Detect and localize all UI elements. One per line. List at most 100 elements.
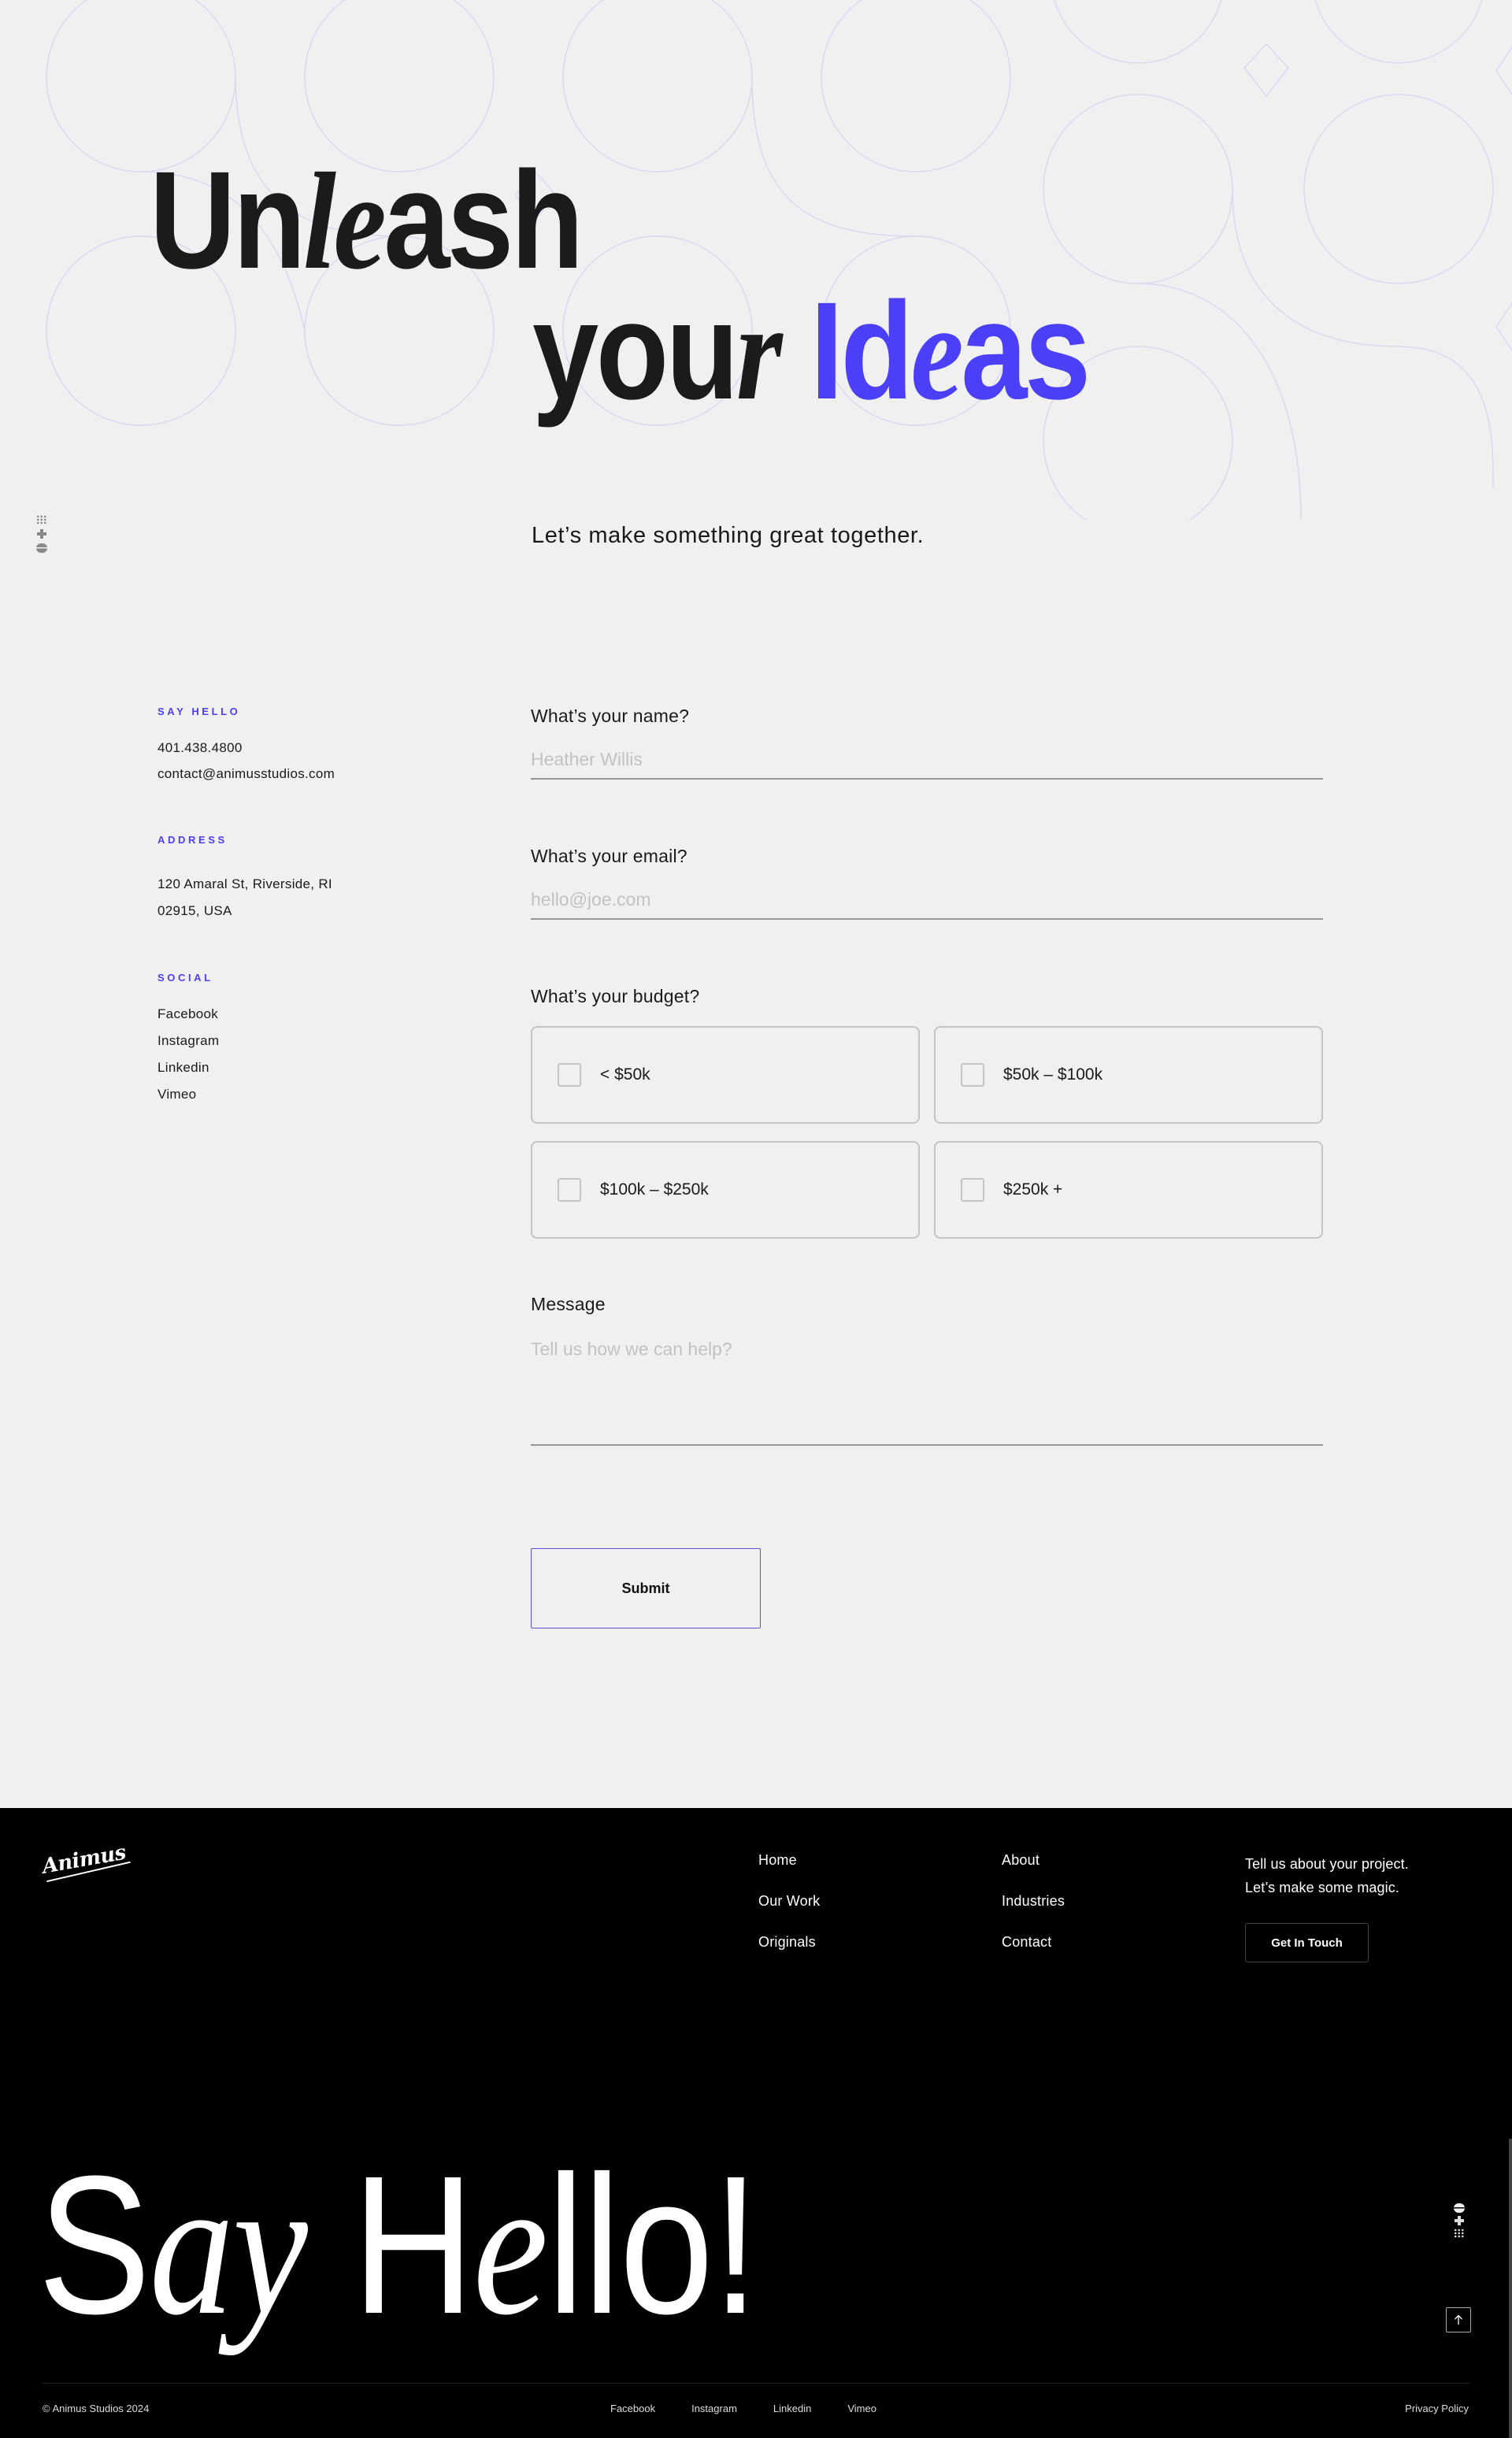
message-label: Message [531, 1294, 606, 1314]
animus-logo[interactable]: Animus [40, 1841, 128, 1879]
footer-social-links: Facebook Instagram Linkedin Vimeo [610, 2403, 876, 2414]
hero-title-text: Un [150, 143, 306, 298]
footer-link-contact[interactable]: Contact [1002, 1934, 1065, 1951]
footer-bottom-bar: © Animus Studios 2024 Facebook Instagram… [0, 2403, 1512, 2421]
bottom-link-vimeo[interactable]: Vimeo [847, 2403, 876, 2414]
name-label: What’s your name? [531, 706, 690, 726]
pattern-circle [1054, 0, 1222, 64]
plus-icon [36, 529, 47, 539]
scroll-to-top-button[interactable] [1446, 2307, 1471, 2332]
say-hello-text: H [306, 2135, 474, 2355]
hero-title-accent: e [910, 276, 963, 429]
pattern-diamond [1243, 43, 1289, 98]
pattern-circle [562, 0, 753, 172]
cta-line1: Tell us about your project. [1245, 1856, 1409, 1872]
social-link-vimeo[interactable]: Vimeo [158, 1081, 410, 1108]
pattern-circle [1043, 94, 1233, 284]
contact-info: SAY HELLO 401.438.4800 contact@animusstu… [158, 706, 410, 1155]
social-label: SOCIAL [158, 972, 213, 984]
address-label: ADDRESS [158, 834, 228, 846]
grid-icon [36, 515, 47, 524]
budget-field-group: What’s your budget? < $50k $50k – $100k … [531, 986, 1323, 1239]
privacy-policy-link[interactable]: Privacy Policy [1405, 2403, 1469, 2414]
say-hello-text: e [472, 2138, 548, 2356]
hero-tagline: Let’s make something great together. [532, 523, 925, 548]
hero-title-accent: Id [810, 274, 914, 428]
copyright-text: © Animus Studios 2024 [43, 2403, 150, 2414]
email-label: What’s your email? [531, 846, 687, 866]
pattern-circle [821, 0, 1011, 172]
stack-icon [36, 543, 47, 553]
checkbox[interactable] [558, 1063, 581, 1087]
footer-nav-col1: Home Our Work Originals [758, 1852, 820, 1975]
footer-divider [43, 2383, 1469, 2384]
say-hello-text: S [38, 2135, 150, 2355]
social-link-instagram[interactable]: Instagram [158, 1028, 410, 1054]
side-widget[interactable] [35, 515, 49, 553]
budget-option-250k-plus[interactable]: $250k + [934, 1141, 1323, 1239]
social-group: SOCIAL Facebook Instagram Linkedin Vimeo [158, 972, 410, 1108]
name-field-group: What’s your name? [531, 706, 1323, 803]
hero-title-text: r [736, 276, 783, 429]
footer-link-originals[interactable]: Originals [758, 1934, 820, 1951]
pattern-connector [1137, 283, 1302, 520]
say-hello-text: ay [149, 2138, 308, 2356]
budget-options: < $50k $50k – $100k $100k – $250k $250k … [531, 1026, 1323, 1239]
pattern-circle [1314, 0, 1483, 64]
budget-option-label: $100k – $250k [600, 1180, 709, 1199]
bottom-link-instagram[interactable]: Instagram [691, 2403, 737, 2414]
page-scrollbar[interactable] [1509, 2139, 1512, 2438]
budget-option-label: $250k + [1003, 1180, 1063, 1199]
say-hello-group: SAY HELLO 401.438.4800 contact@animusstu… [158, 706, 410, 787]
budget-option-label: $50k – $100k [1003, 1065, 1103, 1084]
social-link-linkedin[interactable]: Linkedin [158, 1054, 410, 1081]
side-widget-dark[interactable] [1452, 2203, 1466, 2238]
hero-title-line2: your Ideas [532, 282, 1091, 422]
footer-nav-col2: About Industries Contact [1002, 1852, 1065, 1975]
plus-icon [1454, 2216, 1465, 2225]
pattern-connector [751, 76, 917, 237]
hero-title-text: l [302, 145, 336, 298]
budget-option-50k-100k[interactable]: $50k – $100k [934, 1026, 1323, 1124]
footer-link-our-work[interactable]: Our Work [758, 1893, 820, 1910]
footer-link-home[interactable]: Home [758, 1852, 820, 1869]
contact-form: What’s your name? What’s your email? Wha… [531, 706, 1323, 1628]
arrow-up-icon [1455, 2314, 1462, 2325]
hero-title-text: you [532, 274, 739, 428]
checkbox[interactable] [558, 1178, 581, 1202]
email-input[interactable] [531, 889, 1323, 920]
address-group: ADDRESS 120 Amaral St, Riverside, RI 029… [158, 834, 410, 924]
hero-title-accent: as [961, 274, 1091, 428]
pattern-connector [1232, 188, 1494, 489]
say-hello-text: llo! [547, 2135, 759, 2355]
bottom-link-linkedin[interactable]: Linkedin [773, 2403, 811, 2414]
budget-label: What’s your budget? [531, 986, 700, 1006]
grid-icon [1454, 2229, 1465, 2238]
bottom-link-facebook[interactable]: Facebook [610, 2403, 655, 2414]
message-field-group: Message [531, 1294, 1323, 1446]
get-in-touch-button[interactable]: Get In Touch [1245, 1923, 1369, 1962]
address-line2: 02915, USA [158, 903, 232, 918]
budget-option-100k-250k[interactable]: $100k – $250k [531, 1141, 920, 1239]
message-textarea[interactable] [531, 1339, 1323, 1446]
submit-button[interactable]: Submit [531, 1548, 761, 1628]
checkbox[interactable] [961, 1063, 984, 1087]
phone-link[interactable]: 401.438.4800 [158, 735, 410, 761]
budget-option-label: < $50k [600, 1065, 650, 1084]
email-link[interactable]: contact@animusstudios.com [158, 761, 410, 787]
email-field-group: What’s your email? [531, 846, 1323, 943]
address-line1: 120 Amaral St, Riverside, RI [158, 876, 332, 891]
budget-option-under-50k[interactable]: < $50k [531, 1026, 920, 1124]
pattern-diamond [1495, 302, 1512, 351]
say-hello-heading: Say Hello! [38, 2147, 759, 2346]
name-input[interactable] [531, 749, 1323, 780]
footer-cta: Tell us about your project. Let’s make s… [1245, 1852, 1481, 1962]
pattern-circle [1303, 94, 1494, 284]
checkbox[interactable] [961, 1178, 984, 1202]
pattern-diamond [1495, 46, 1512, 95]
social-link-facebook[interactable]: Facebook [158, 1001, 410, 1028]
footer-link-about[interactable]: About [1002, 1852, 1065, 1869]
footer-link-industries[interactable]: Industries [1002, 1893, 1065, 1910]
contact-hero-section: Unleash your Ideas Let’s make something … [0, 0, 1512, 1808]
hero-title-text: e [333, 145, 387, 298]
